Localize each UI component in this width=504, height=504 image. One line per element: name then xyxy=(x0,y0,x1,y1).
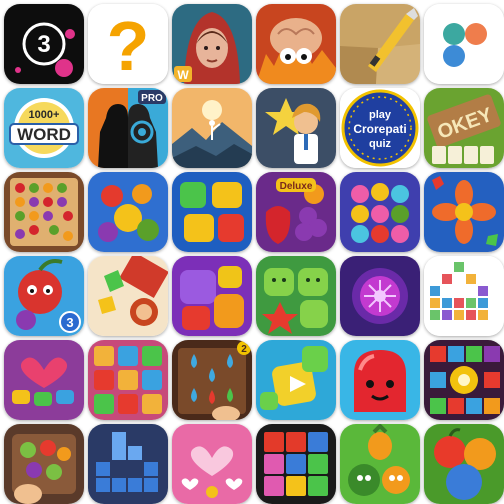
app-27-label: 2 xyxy=(241,344,247,355)
app-icon-fruit-basket[interactable] xyxy=(4,424,84,504)
app-11-line3: quiz xyxy=(369,138,391,150)
app-icon-word-game[interactable]: 1000+ WORD xyxy=(4,88,84,168)
app-11-line1: play xyxy=(369,109,392,121)
app-11-line2: Crorepati xyxy=(353,122,406,136)
app-icon-silhouette-target[interactable]: PRO xyxy=(88,88,168,168)
app-01-label: 3 xyxy=(37,31,50,58)
app-03-label: W xyxy=(177,68,189,82)
app-icon-jelly-cubes[interactable] xyxy=(172,256,252,336)
app-icon-fruit-friends[interactable] xyxy=(340,424,420,504)
app-icon-candy-heart[interactable] xyxy=(4,340,84,420)
candy-heart-icon xyxy=(4,340,84,420)
app-icon-falling-blocks[interactable] xyxy=(88,424,168,504)
app-icon-number-three[interactable]: 3 xyxy=(4,4,84,84)
app-08-badge: PRO xyxy=(141,93,163,104)
silhouette-target-icon: PRO xyxy=(88,88,168,168)
gem-block-burst-icon xyxy=(424,340,504,420)
three-dots-icon xyxy=(424,4,504,84)
fruit-board-icon xyxy=(4,172,84,252)
app-icon-purple-orb[interactable] xyxy=(340,256,420,336)
jelly-cubes-icon xyxy=(172,256,252,336)
app-icon-box-cutter[interactable] xyxy=(340,4,420,84)
app-icon-question[interactable]: ? xyxy=(88,4,168,84)
question-mark-icon: ? xyxy=(88,4,168,84)
crorepati-quiz-icon: play Crorepati quiz xyxy=(340,88,420,168)
cherry-heroes-icon: 3 xyxy=(4,256,84,336)
falling-blocks-icon xyxy=(88,424,168,504)
app-icon-flower-tiles[interactable] xyxy=(88,340,168,420)
app-icon-red-jelly-face[interactable] xyxy=(340,340,420,420)
app-icon-fruit-match[interactable] xyxy=(88,172,168,252)
cake-match-icon xyxy=(340,172,420,252)
app-icon-color-block-grid[interactable] xyxy=(256,424,336,504)
box-cutter-cardboard-icon xyxy=(340,4,420,84)
app-icon-gem-block-burst[interactable] xyxy=(424,340,504,420)
jelly-blocks-icon xyxy=(172,172,252,252)
app-19-badge: 3 xyxy=(66,315,73,330)
app-icon-cherry-heroes[interactable]: 3 xyxy=(4,256,84,336)
app-02-label: ? xyxy=(107,7,150,84)
word-game-icon: 1000+ WORD xyxy=(4,88,84,168)
happy-jelly-icon xyxy=(256,256,336,336)
color-block-grid-icon xyxy=(256,424,336,504)
app-icon-crorepati-quiz[interactable]: play Crorepati quiz xyxy=(340,88,420,168)
app-icon-flower-gem[interactable] xyxy=(424,172,504,252)
flower-gem-icon xyxy=(424,172,504,252)
app-icon-grid: 3 ? W 1000+ WORD PRO play Crorepati quiz… xyxy=(0,0,504,504)
app-icon-jelly-blocks[interactable] xyxy=(172,172,252,252)
candy-hearts-icon xyxy=(172,424,252,504)
app-icon-stick-figure[interactable] xyxy=(172,88,252,168)
fruit-basket-icon xyxy=(4,424,84,504)
fruit-deluxe-icon: Deluxe xyxy=(256,172,336,252)
okey-tiles-icon: OKEY xyxy=(424,88,504,168)
app-icon-pastel-blocks[interactable] xyxy=(424,256,504,336)
fruit-match-icon xyxy=(88,172,168,252)
app-icon-fresh-fruit[interactable] xyxy=(424,424,504,504)
app-icon-okey[interactable]: OKEY xyxy=(424,88,504,168)
app-07-top-label: 1000+ xyxy=(29,109,60,121)
app-07-main-label: WORD xyxy=(17,125,71,144)
fruit-friends-icon xyxy=(340,424,420,504)
brain-monster-fire-icon xyxy=(256,4,336,84)
app-icon-fruit-deluxe[interactable]: Deluxe xyxy=(256,172,336,252)
app-16-label: Deluxe xyxy=(280,181,313,192)
green-jelly-block-icon xyxy=(256,340,336,420)
soldier-candy-icon xyxy=(88,256,168,336)
stick-figure-mountain-icon xyxy=(172,88,252,168)
app-icon-brain-monster[interactable] xyxy=(256,4,336,84)
app-icon-soldier-candy[interactable] xyxy=(88,256,168,336)
flower-tiles-icon xyxy=(88,340,168,420)
red-jelly-face-icon xyxy=(340,340,420,420)
app-icon-candy-hearts[interactable] xyxy=(172,424,252,504)
app-icon-cake-match[interactable] xyxy=(340,172,420,252)
fresh-fruit-icon xyxy=(424,424,504,504)
star-professor-icon xyxy=(256,88,336,168)
purple-orb-icon xyxy=(340,256,420,336)
hooded-girl-portrait-icon: W xyxy=(172,4,252,84)
app-icon-three-dots[interactable] xyxy=(424,4,504,84)
app-icon-water-drop-board[interactable]: 2 xyxy=(172,340,252,420)
app-icon-fruit-board[interactable] xyxy=(4,172,84,252)
number-3-circle-icon: 3 xyxy=(4,4,84,84)
pastel-blocks-icon xyxy=(424,256,504,336)
water-drop-board-icon: 2 xyxy=(172,340,252,420)
app-icon-star-professor[interactable] xyxy=(256,88,336,168)
app-icon-happy-jelly[interactable] xyxy=(256,256,336,336)
app-icon-green-jelly-block[interactable] xyxy=(256,340,336,420)
app-icon-hooded-girl[interactable]: W xyxy=(172,4,252,84)
